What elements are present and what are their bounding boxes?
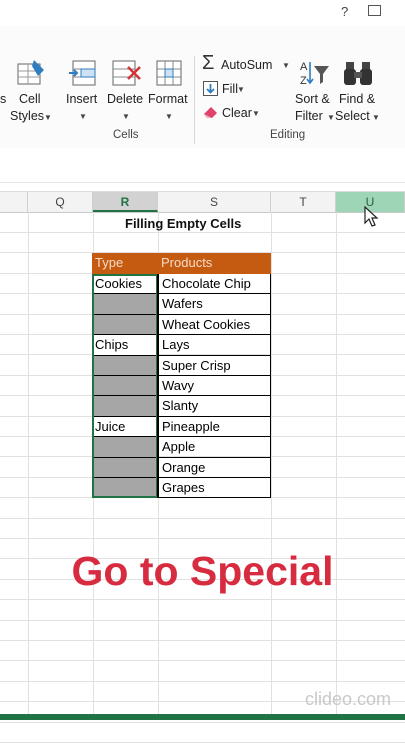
product-cell[interactable]: Chocolate Chip: [158, 274, 271, 295]
cell-styles-label-2: Styles: [10, 109, 45, 123]
product-cell[interactable]: Wavy: [158, 376, 271, 397]
fill-button[interactable]: Fill ▼: [200, 78, 260, 100]
column-header-blank[interactable]: [0, 192, 28, 212]
insert-icon: [69, 60, 96, 86]
cell-styles-button[interactable]: Cell Styles ▼: [10, 56, 52, 151]
sort-filter-label-2: Filter: [295, 109, 323, 123]
cell-styles-label-1: Cell: [19, 92, 41, 106]
grid-line: [0, 517, 405, 519]
sort-filter-dropdown-icon: ▼: [327, 113, 335, 122]
grid-line: [28, 212, 29, 720]
product-cell[interactable]: Slanty: [158, 396, 271, 417]
editing-group-label: Editing: [270, 129, 306, 141]
fill-label: Fill: [222, 82, 238, 96]
ribbon: s Cell Styles ▼ Insert ▼ Delete ▼ Format…: [0, 26, 405, 149]
mouse-cursor-icon: [364, 206, 379, 227]
clear-dropdown-icon: ▼: [252, 109, 260, 118]
insert-button[interactable]: Insert ▼: [64, 56, 102, 151]
cell-styles-dropdown-icon: ▼: [44, 113, 52, 122]
binoculars-icon: [344, 62, 372, 85]
column-header-r[interactable]: R: [93, 192, 158, 212]
autosum-dropdown-icon: ▼: [282, 61, 290, 70]
cell-styles-icon: [17, 60, 44, 85]
format-button[interactable]: Format ▼: [147, 56, 191, 151]
column-header-t[interactable]: T: [271, 192, 336, 212]
grid-line: [336, 212, 337, 720]
insert-label: Insert: [66, 92, 98, 106]
column-header-s[interactable]: S: [158, 192, 271, 212]
autosum-button[interactable]: Σ AutoSum ▼: [200, 52, 292, 76]
product-cell[interactable]: Super Crisp: [158, 355, 271, 376]
formula-area: [0, 148, 405, 183]
sort-filter-label-1: Sort &: [295, 92, 330, 106]
table-border: [157, 274, 158, 499]
product-cell[interactable]: Wafers: [158, 294, 271, 315]
find-select-label-1: Find &: [339, 92, 376, 106]
grid-line: [0, 680, 405, 682]
cells-group-label: Cells: [113, 129, 139, 141]
grid-line: [0, 538, 405, 539]
sort-filter-icon: A Z: [300, 61, 329, 87]
find-select-label-2: Select: [335, 109, 370, 123]
grid-line: [0, 721, 405, 723]
header-products[interactable]: Products: [158, 253, 271, 274]
product-cell[interactable]: Lays: [158, 335, 271, 356]
ribbon-partial-label: s: [0, 92, 7, 106]
autosum-label: AutoSum: [221, 58, 273, 72]
watermark: clideo.com: [304, 689, 391, 709]
sigma-icon: Σ: [202, 52, 215, 74]
grid-line: [0, 660, 405, 662]
worksheet-grid[interactable]: Filling Empty Cells Type Products Cookie…: [0, 212, 405, 743]
header-type[interactable]: Type: [92, 253, 158, 274]
delete-icon: [112, 60, 141, 86]
title-bar: ?: [0, 0, 405, 26]
column-header-bar: Q R S T U: [0, 191, 405, 213]
eraser-icon: [204, 107, 217, 118]
product-cell[interactable]: Orange: [158, 457, 271, 478]
help-button[interactable]: ?: [341, 4, 348, 19]
ribbon-display-icon[interactable]: [368, 5, 381, 16]
product-cell[interactable]: Grapes: [158, 478, 271, 499]
fill-down-icon: [203, 81, 218, 96]
group-divider: [194, 56, 195, 144]
fill-dropdown-icon: ▼: [237, 85, 245, 94]
product-cell[interactable]: Pineapple: [158, 416, 271, 438]
delete-dropdown-icon: ▼: [122, 112, 130, 121]
grid-line: [0, 640, 405, 641]
overlay-caption: Go to Special: [71, 548, 334, 594]
sheet-title: Filling Empty Cells: [125, 216, 242, 231]
grid-line: [271, 212, 272, 720]
product-cell[interactable]: Wheat Cookies: [158, 314, 271, 336]
selection-outline: [92, 274, 158, 499]
grid-line: [0, 232, 405, 233]
format-label: Format: [148, 92, 188, 106]
svg-text:A: A: [300, 61, 308, 73]
insert-dropdown-icon: ▼: [79, 112, 87, 121]
clear-label: Clear: [222, 106, 252, 120]
svg-text:Z: Z: [300, 75, 307, 87]
grid-line: [0, 619, 405, 621]
product-cell[interactable]: Apple: [158, 437, 271, 458]
find-select-button[interactable]: Find & Select ▼: [335, 56, 382, 151]
delete-label: Delete: [107, 92, 144, 106]
status-strip: [0, 714, 405, 720]
grid-line: [0, 599, 405, 601]
format-icon: [156, 60, 182, 86]
format-dropdown-icon: ▼: [165, 112, 173, 121]
find-select-dropdown-icon: ▼: [372, 113, 380, 122]
column-header-q[interactable]: Q: [28, 192, 93, 212]
clear-button[interactable]: Clear ▼: [200, 102, 264, 124]
